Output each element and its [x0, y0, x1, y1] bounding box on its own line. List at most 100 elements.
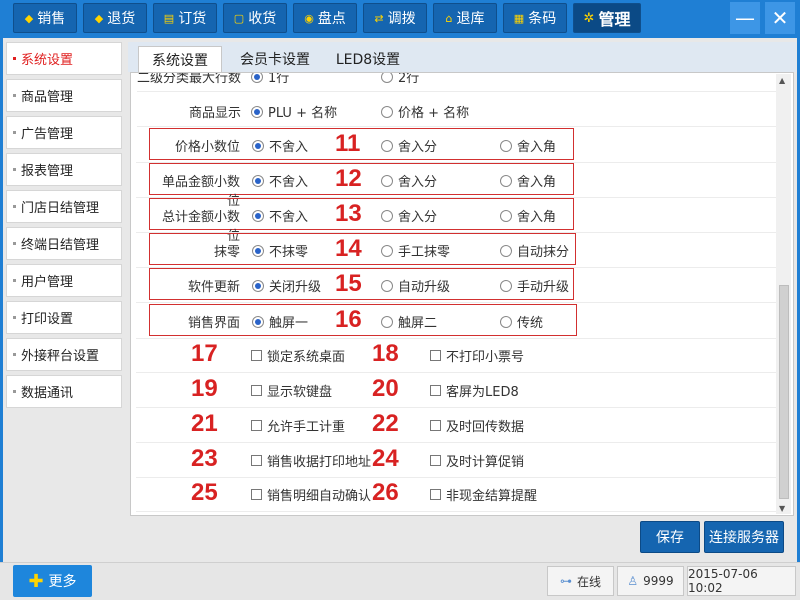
more-button[interactable]: ✚ 更多 [13, 565, 92, 597]
nav-manage-button[interactable]: ✲ 管理 [573, 3, 641, 33]
nav-return-stock-button[interactable]: ⌂ 退库 [433, 3, 497, 33]
tab-system-settings[interactable]: 系统设置 [138, 46, 222, 72]
radio-option[interactable]: PLU + 名称 [251, 102, 337, 121]
radio-icon [381, 209, 393, 222]
radio-option[interactable]: 触屏一 [252, 312, 308, 331]
radio-option[interactable]: 手工抹零 [381, 241, 450, 260]
row-divider [136, 407, 776, 408]
radio-option[interactable]: 1行 [251, 73, 289, 86]
radio-option[interactable]: 舍入分 [381, 206, 437, 225]
connect-server-button[interactable]: 连接服务器 [704, 521, 784, 553]
checkbox-icon [430, 385, 441, 396]
radio-option[interactable]: 自动抹分 [500, 241, 569, 260]
radio-label: 手动升级 [517, 280, 570, 295]
radio-option[interactable]: 自动升级 [381, 276, 450, 295]
bullet-icon [13, 316, 16, 319]
annotation-number: 11 [335, 130, 361, 157]
radio-label: 自动升级 [398, 280, 451, 295]
radio-icon [381, 174, 393, 187]
close-icon: ✕ [771, 6, 789, 30]
checkbox-label: 及时计算促销 [446, 455, 525, 470]
sidebar-item-label: 用户管理 [21, 275, 74, 290]
setting-label: 销售界面 [187, 316, 240, 331]
checkbox-label: 允许手工计重 [267, 420, 346, 435]
radio-selected-icon [251, 105, 263, 118]
radio-option[interactable]: 关闭升级 [252, 276, 321, 295]
sidebar-item-terminal-daily[interactable]: 终端日结管理 [6, 227, 122, 260]
checkbox-option[interactable]: 及时计算促销 [430, 451, 524, 470]
sidebar-item-users[interactable]: 用户管理 [6, 264, 122, 297]
radio-selected-icon [252, 244, 264, 257]
sidebar-item-label: 终端日结管理 [21, 238, 100, 253]
radio-option[interactable]: 舍入角 [500, 136, 556, 155]
datetime-status: 2015-07-06 10:02 [687, 566, 796, 596]
radio-option[interactable]: 舍入角 [500, 171, 556, 190]
tab-led8[interactable]: LED8设置 [330, 46, 406, 72]
checkbox-option[interactable]: 及时回传数据 [430, 416, 524, 435]
radio-label: 不舍入 [269, 210, 309, 225]
radio-label: 2行 [398, 72, 420, 86]
checkbox-icon [251, 350, 262, 361]
nav-barcode-button[interactable]: ▦ 条码 [503, 3, 567, 33]
row-divider [137, 91, 777, 92]
close-button[interactable]: ✕ [765, 2, 795, 34]
scroll-down-icon[interactable]: ▼ [779, 504, 785, 513]
nav-label: 条码 [528, 11, 557, 27]
checkbox-option[interactable]: 销售明细自动确认 [251, 485, 371, 504]
scrollbar-thumb[interactable] [779, 285, 789, 499]
radio-option[interactable]: 不舍入 [252, 136, 308, 155]
radio-label: 价格 + 名称 [398, 106, 470, 121]
radio-option[interactable]: 舍入角 [500, 206, 556, 225]
nav-inventory-button[interactable]: ◉ 盘点 [293, 3, 357, 33]
radio-label: 不舍入 [269, 175, 309, 190]
nav-sales-button[interactable]: ◆ 销售 [13, 3, 77, 33]
checkbox-option[interactable]: 客屏为LED8 [430, 381, 519, 400]
radio-icon [381, 244, 393, 257]
minimize-button[interactable]: — [730, 2, 760, 34]
sidebar-item-data-comm[interactable]: 数据通讯 [6, 375, 122, 408]
checkbox-option[interactable]: 非现金结算提醒 [430, 485, 537, 504]
scroll-up-icon[interactable]: ▲ [779, 76, 785, 85]
row-divider [136, 477, 776, 478]
plus-icon: ✚ [28, 570, 44, 592]
radio-option[interactable]: 触屏二 [381, 312, 437, 331]
sidebar-item-system-settings[interactable]: 系统设置 [6, 42, 122, 75]
nav-receive-button[interactable]: ▢ 收货 [223, 3, 287, 33]
online-status: ⊶ 在线 [547, 566, 614, 596]
sidebar-item-store-daily[interactable]: 门店日结管理 [6, 190, 122, 223]
sidebar-item-products[interactable]: 商品管理 [6, 79, 122, 112]
annotation-number: 25 [191, 479, 218, 506]
checkbox-option[interactable]: 销售收据打印地址 [251, 451, 371, 470]
nav-order-button[interactable]: ▤ 订货 [153, 3, 217, 33]
checkbox-option[interactable]: 允许手工计重 [251, 416, 345, 435]
save-button[interactable]: 保存 [640, 521, 700, 553]
radio-option[interactable]: 舍入分 [381, 136, 437, 155]
radio-option[interactable]: 不抹零 [252, 241, 308, 260]
radio-option[interactable]: 不舍入 [252, 171, 308, 190]
sidebar-item-print[interactable]: 打印设置 [6, 301, 122, 334]
radio-label: 关闭升级 [269, 280, 322, 295]
sidebar-item-reports[interactable]: 报表管理 [6, 153, 122, 186]
setting-label: 价格小数位 [174, 140, 240, 155]
checkbox-option[interactable]: 锁定系统桌面 [251, 346, 345, 365]
checkbox-option[interactable]: 显示软键盘 [251, 381, 332, 400]
radio-option[interactable]: 价格 + 名称 [381, 102, 469, 121]
bullet-icon [13, 57, 16, 60]
annotation-number: 26 [372, 479, 399, 506]
checkbox-icon [251, 455, 262, 466]
radio-option[interactable]: 2行 [381, 72, 420, 86]
transfer-icon: ⇄ [374, 11, 384, 25]
radio-label: 传统 [517, 316, 544, 331]
nav-return-button[interactable]: ◆ 退货 [83, 3, 147, 33]
radio-option[interactable]: 手动升级 [500, 276, 569, 295]
radio-label: 舍入分 [398, 210, 438, 225]
sidebar-item-label: 系统设置 [21, 53, 74, 68]
nav-transfer-button[interactable]: ⇄ 调拨 [363, 3, 427, 33]
radio-option[interactable]: 传统 [500, 312, 543, 331]
radio-option[interactable]: 舍入分 [381, 171, 437, 190]
sidebar-item-ads[interactable]: 广告管理 [6, 116, 122, 149]
radio-option[interactable]: 不舍入 [252, 206, 308, 225]
tab-member-card[interactable]: 会员卡设置 [228, 46, 322, 72]
sidebar-item-scale[interactable]: 外接秤台设置 [6, 338, 122, 371]
checkbox-option[interactable]: 不打印小票号 [430, 346, 524, 365]
